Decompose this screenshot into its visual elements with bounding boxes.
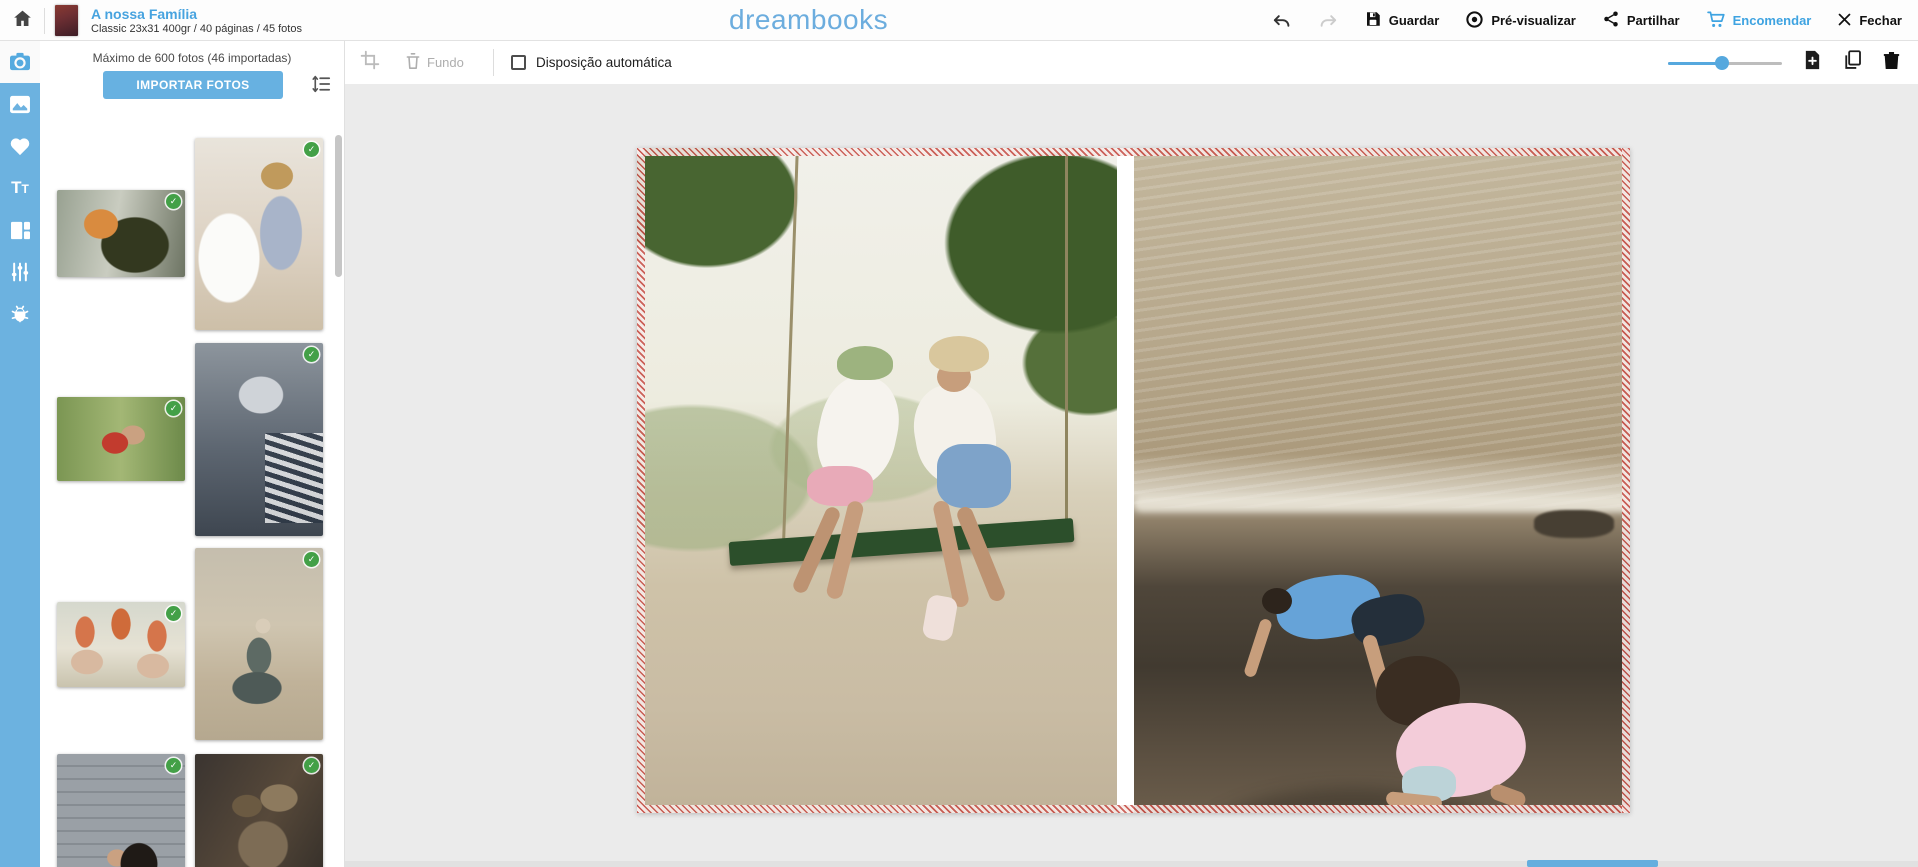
close-label: Fechar	[1859, 13, 1902, 28]
redo-button[interactable]	[1318, 13, 1338, 29]
trash-icon	[405, 52, 421, 73]
add-page-button[interactable]	[1803, 50, 1822, 75]
layout-icon	[10, 221, 31, 240]
zoom-slider-fill	[1668, 62, 1722, 65]
selected-check-icon: ✓	[304, 142, 319, 157]
topbar: A nossa Família Classic 23x31 400gr / 40…	[0, 0, 1918, 41]
auto-layout-label: Disposição automática	[536, 55, 672, 70]
selected-check-icon: ✓	[166, 606, 181, 621]
crop-icon	[360, 50, 380, 75]
selected-check-icon: ✓	[304, 347, 319, 362]
selected-check-icon: ✓	[166, 194, 181, 209]
close-button[interactable]: Fechar	[1837, 12, 1902, 30]
sidebar-item-adjustments[interactable]	[0, 251, 40, 293]
sort-photos-button[interactable]	[311, 75, 331, 98]
canvas-horizontal-scrollbar[interactable]	[345, 861, 1918, 867]
sidebar-item-text[interactable]: TT	[0, 167, 40, 209]
spread-photo-left[interactable]	[637, 148, 1117, 813]
photo-thumbnail[interactable]: ✓	[195, 138, 323, 330]
auto-layout-toggle[interactable]: Disposição automática	[511, 41, 672, 84]
home-button[interactable]	[0, 8, 44, 34]
zoom-slider[interactable]	[1668, 56, 1782, 70]
camera-icon	[9, 52, 31, 72]
heart-icon	[9, 136, 31, 156]
topbar-divider	[44, 8, 45, 34]
photo-limit-text: Máximo de 600 fotos (46 importadas)	[40, 51, 344, 65]
canvas-scrollbar-thumb[interactable]	[1527, 860, 1658, 867]
copy-icon	[1843, 50, 1862, 75]
canvas-toolbar-right	[1668, 41, 1900, 84]
sidebar-item-favorites[interactable]	[0, 125, 40, 167]
sidebar-item-cliparts[interactable]	[0, 293, 40, 335]
photo-thumbnail[interactable]: ✓	[195, 754, 323, 867]
text-icon: TT	[11, 178, 29, 198]
photo-thumbnail[interactable]: ✓	[195, 548, 323, 740]
sidebar-item-backgrounds[interactable]	[0, 83, 40, 125]
add-page-icon	[1803, 50, 1822, 75]
order-label: Encomendar	[1733, 13, 1812, 28]
dreambooks-logo: dreambooks	[729, 4, 888, 36]
photo-panel: Máximo de 600 fotos (46 importadas) IMPO…	[40, 41, 345, 867]
delete-page-button[interactable]	[1883, 51, 1900, 75]
spread-photo-right[interactable]	[1134, 148, 1630, 813]
duplicate-page-button[interactable]	[1843, 50, 1862, 75]
share-button[interactable]: Partilhar	[1602, 10, 1680, 31]
zoom-slider-thumb[interactable]	[1715, 56, 1729, 70]
bug-icon	[10, 304, 30, 324]
toolbar-divider	[493, 49, 494, 76]
preview-icon	[1465, 10, 1484, 32]
selected-check-icon: ✓	[166, 401, 181, 416]
project-title: A nossa Família	[91, 6, 302, 22]
photo-thumbnail[interactable]: ✓	[57, 190, 185, 277]
preview-label: Pré-visualizar	[1491, 13, 1576, 28]
auto-layout-checkbox[interactable]	[511, 55, 526, 70]
order-button[interactable]: Encomendar	[1706, 10, 1812, 32]
delete-icon	[1883, 51, 1900, 75]
remove-background-button[interactable]: Fundo	[405, 41, 464, 84]
redo-icon	[1318, 13, 1338, 29]
share-icon	[1602, 10, 1620, 31]
share-label: Partilhar	[1627, 13, 1680, 28]
spread-spine	[1117, 148, 1134, 813]
topbar-left: A nossa Família Classic 23x31 400gr / 40…	[0, 0, 302, 41]
project-info: A nossa Família Classic 23x31 400gr / 40…	[91, 6, 302, 36]
background-label: Fundo	[427, 55, 464, 70]
sidebar-item-photos[interactable]	[0, 41, 40, 83]
image-icon	[9, 95, 31, 114]
import-photos-button[interactable]: IMPORTAR FOTOS	[103, 71, 283, 99]
photo-thumbnail[interactable]: ✓	[57, 602, 185, 687]
book-cover-thumbnail[interactable]	[55, 5, 78, 36]
selected-check-icon: ✓	[166, 758, 181, 773]
photo-panel-scrollbar[interactable]	[335, 135, 342, 277]
canvas-toolbar: Fundo Disposição automática	[345, 41, 1918, 84]
selected-check-icon: ✓	[304, 758, 319, 773]
home-icon	[12, 8, 33, 34]
selected-check-icon: ✓	[304, 552, 319, 567]
save-icon	[1364, 10, 1382, 31]
photo-thumbnail[interactable]: ✓	[195, 343, 323, 536]
photo-thumbnail[interactable]: ✓	[57, 754, 185, 867]
undo-button[interactable]	[1272, 13, 1292, 29]
save-button[interactable]: Guardar	[1364, 10, 1440, 31]
tool-sidebar: TT	[0, 41, 40, 867]
cart-icon	[1706, 10, 1726, 32]
sliders-icon	[10, 262, 30, 282]
page-spread[interactable]	[637, 148, 1630, 813]
project-subtitle: Classic 23x31 400gr / 40 páginas / 45 fo…	[91, 23, 302, 36]
photo-thumbnail[interactable]: ✓	[57, 397, 185, 481]
topbar-actions: Guardar Pré-visualizar Partilhar Encomen…	[1272, 0, 1902, 41]
sort-icon	[311, 80, 331, 97]
editor-canvas[interactable]	[345, 84, 1918, 867]
preview-button[interactable]: Pré-visualizar	[1465, 10, 1576, 32]
sidebar-item-layouts[interactable]	[0, 209, 40, 251]
crop-button[interactable]	[360, 41, 380, 84]
save-label: Guardar	[1389, 13, 1440, 28]
undo-icon	[1272, 13, 1292, 29]
close-icon	[1837, 12, 1852, 30]
